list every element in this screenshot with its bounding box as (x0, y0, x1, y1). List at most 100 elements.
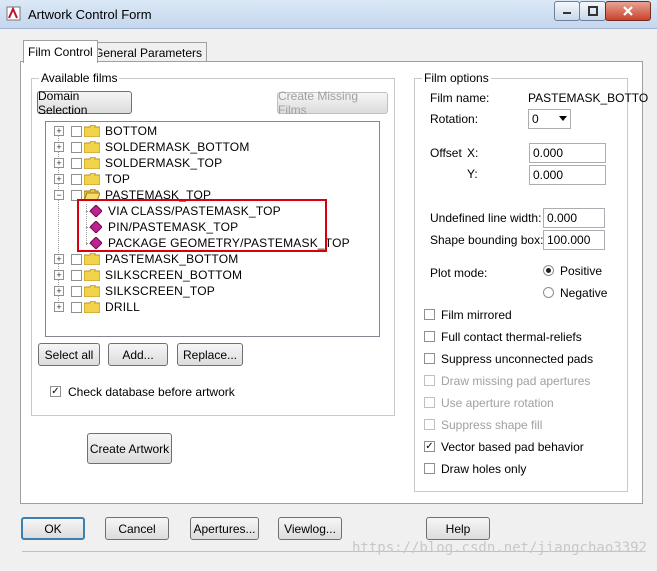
apertures-button[interactable]: Apertures... (190, 517, 259, 540)
folder-icon (84, 253, 100, 265)
suppress-shape-fill-checkbox[interactable] (424, 419, 435, 430)
minimize-icon (563, 12, 571, 14)
folder-icon (84, 125, 100, 137)
tree-row-top[interactable]: + TOP (46, 171, 376, 187)
expand-icon[interactable]: + (54, 158, 64, 168)
plot-mode-label: Plot mode: (430, 266, 488, 280)
undefined-line-width-label: Undefined line width: (430, 211, 542, 225)
radio-dot (546, 268, 551, 273)
window-title: Artwork Control Form (28, 7, 152, 22)
domain-selection-button[interactable]: Domain Selection (37, 89, 132, 117)
vector-based-pad-behavior-label: Vector based pad behavior (441, 440, 584, 454)
highlight-box (77, 199, 327, 252)
watermark: https://blog.csdn.net/jiangchao3392 (351, 540, 647, 556)
add-button[interactable]: Add... (108, 343, 168, 366)
maximize-icon (587, 6, 598, 16)
rotation-label: Rotation: (430, 112, 479, 126)
draw-holes-only-checkbox[interactable] (424, 463, 435, 474)
tree-row-soldermask-bottom[interactable]: + SOLDERMASK_BOTTOM (46, 139, 376, 155)
expand-icon[interactable]: + (54, 126, 64, 136)
draw-missing-pad-apertures-checkbox[interactable] (424, 375, 435, 386)
check-database-checkbox[interactable]: ✓ (50, 386, 61, 397)
tab-film-control[interactable]: Film Control (23, 40, 98, 63)
folder-icon (84, 285, 100, 297)
tree-row-silkscreen-bottom[interactable]: + SILKSCREEN_BOTTOM (46, 267, 376, 283)
vector-based-pad-behavior-checkbox[interactable]: ✓ (424, 441, 435, 452)
folder-icon (84, 301, 100, 313)
tree-label: TOP (105, 172, 131, 186)
select-all-button[interactable]: Select all (38, 343, 100, 366)
tree-checkbox[interactable] (71, 174, 82, 185)
tree-checkbox[interactable] (71, 286, 82, 297)
ok-button[interactable]: OK (21, 517, 85, 540)
offset-x-label: X: (467, 146, 479, 160)
expand-icon[interactable]: + (54, 286, 64, 296)
expand-icon[interactable]: + (54, 302, 64, 312)
tree-row-drill[interactable]: + DRILL (46, 299, 376, 315)
shape-bounding-box-input[interactable]: 100.000 (543, 230, 605, 250)
viewlog-button[interactable]: Viewlog... (278, 517, 342, 540)
tree-row-silkscreen-top[interactable]: + SILKSCREEN_TOP (46, 283, 376, 299)
negative-label: Negative (560, 286, 608, 300)
create-missing-films-button[interactable]: Create Missing Films (277, 89, 388, 117)
suppress-unconnected-pads-label: Suppress unconnected pads (441, 352, 594, 366)
tree-label: SILKSCREEN_TOP (105, 284, 215, 298)
create-artwork-button[interactable]: Create Artwork (87, 433, 172, 464)
tree-checkbox[interactable] (71, 302, 82, 313)
rotation-select[interactable]: 0 (528, 109, 571, 129)
rotation-value: 0 (532, 112, 539, 126)
expand-icon[interactable]: + (54, 270, 64, 280)
maximize-button[interactable] (579, 1, 606, 21)
full-contact-thermal-reliefs-checkbox[interactable] (424, 331, 435, 342)
film-mirrored-checkbox[interactable] (424, 309, 435, 320)
expand-icon[interactable]: + (54, 174, 64, 184)
draw-missing-pad-apertures-label: Draw missing pad apertures (441, 374, 591, 388)
tree-checkbox[interactable] (71, 126, 82, 137)
tree-checkbox[interactable] (71, 158, 82, 169)
help-button[interactable]: Help (426, 517, 490, 540)
shape-bounding-box-label: Shape bounding box: (430, 233, 544, 247)
tab-film-control-label: Film Control (28, 45, 93, 59)
available-films-title: Available films (39, 71, 120, 85)
cancel-button[interactable]: Cancel (105, 517, 169, 540)
tree-row-bottom[interactable]: + BOTTOM (46, 123, 376, 139)
expand-icon[interactable]: + (54, 142, 64, 152)
use-aperture-rotation-checkbox[interactable] (424, 397, 435, 408)
folder-icon (84, 173, 100, 185)
positive-radio[interactable] (543, 265, 554, 276)
minimize-button[interactable] (554, 1, 580, 21)
film-mirrored-label: Film mirrored (441, 308, 512, 322)
suppress-shape-fill-label: Suppress shape fill (441, 418, 543, 432)
tree-row-pastemask-bottom[interactable]: + PASTEMASK_BOTTOM (46, 251, 376, 267)
tab-general-parameters[interactable]: General Parameters (89, 42, 208, 63)
check-database-label: Check database before artwork (68, 385, 235, 399)
offset-x-input[interactable]: 0.000 (529, 143, 606, 163)
suppress-unconnected-pads-checkbox[interactable] (424, 353, 435, 364)
close-icon (623, 6, 633, 16)
tree-label: SOLDERMASK_TOP (105, 156, 223, 170)
tree-label: DRILL (105, 300, 141, 314)
folder-icon (84, 157, 100, 169)
draw-holes-only-label: Draw holes only (441, 462, 527, 476)
close-button[interactable] (605, 1, 651, 21)
tree-label: SILKSCREEN_BOTTOM (105, 268, 243, 282)
tree-label: PASTEMASK_BOTTOM (105, 252, 239, 266)
collapse-icon[interactable]: − (54, 190, 64, 200)
expand-icon[interactable]: + (54, 254, 64, 264)
tree-checkbox[interactable] (71, 254, 82, 265)
offset-y-label: Y: (467, 167, 478, 181)
offset-y-input[interactable]: 0.000 (529, 165, 606, 185)
negative-radio[interactable] (543, 287, 554, 298)
tree-checkbox[interactable] (71, 270, 82, 281)
replace-button[interactable]: Replace... (177, 343, 243, 366)
tree-row-soldermask-top[interactable]: + SOLDERMASK_TOP (46, 155, 376, 171)
undefined-line-width-input[interactable]: 0.000 (543, 208, 605, 228)
offset-label: Offset (430, 146, 462, 160)
film-name-label: Film name: (430, 91, 490, 105)
tree-label: BOTTOM (105, 124, 158, 138)
film-options-title: Film options (422, 71, 491, 85)
film-name-value: PASTEMASK_BOTTO (528, 91, 649, 105)
tree-checkbox[interactable] (71, 142, 82, 153)
chevron-down-icon (559, 116, 567, 121)
full-contact-thermal-reliefs-label: Full contact thermal-reliefs (441, 330, 582, 344)
